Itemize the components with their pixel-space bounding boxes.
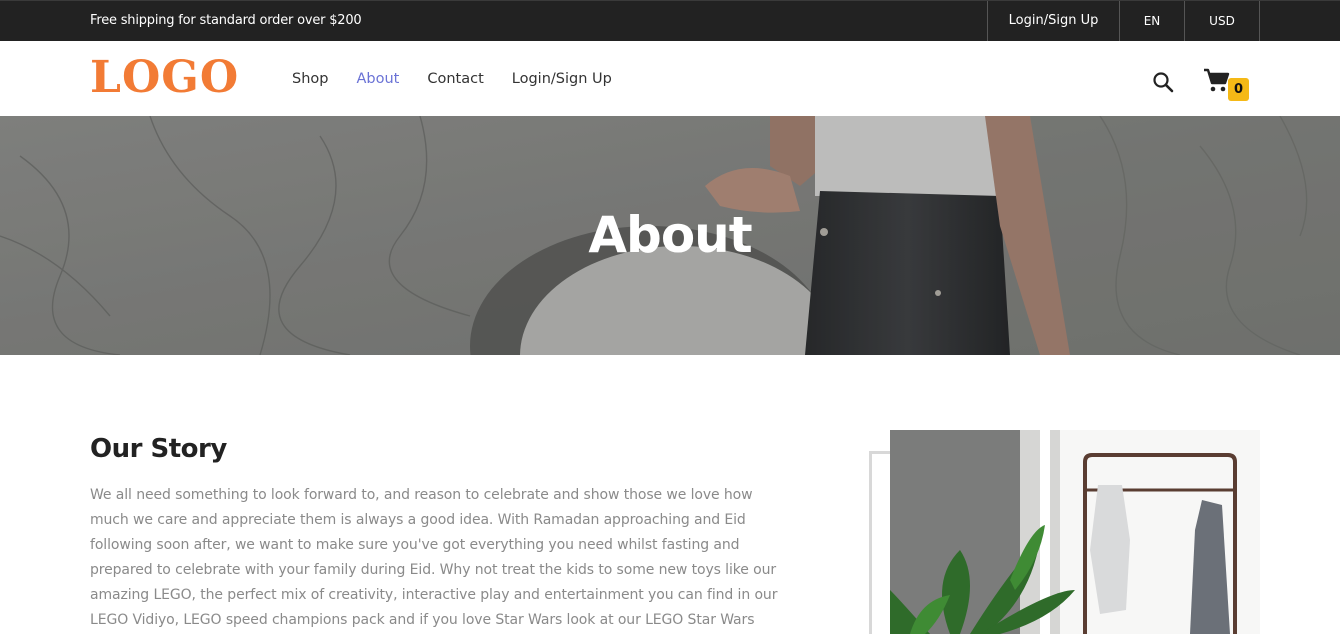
nav-shop[interactable]: Shop [292,71,328,87]
hero-banner: About [0,116,1340,355]
site-logo[interactable]: LOGO [90,53,239,103]
nav-contact[interactable]: Contact [427,71,483,87]
search-icon[interactable] [1151,70,1175,94]
currency-selector[interactable]: USD [1184,1,1260,42]
topbar-login-link[interactable]: Login/Sign Up [987,1,1119,42]
main-nav: Shop About Contact Login/Sign Up [292,41,640,116]
language-selector[interactable]: EN [1119,1,1184,42]
image-frame-decoration [869,451,891,634]
story-image [890,430,1260,634]
hero-title: About [588,206,752,264]
story-heading: Our Story [90,434,227,464]
story-paragraph: We all need something to look forward to… [90,487,778,628]
top-announcement-bar: Free shipping for standard order over $2… [0,0,1340,42]
cart-count-badge: 0 [1228,78,1249,101]
shipping-promo-text: Free shipping for standard order over $2… [90,13,362,28]
nav-login-signup[interactable]: Login/Sign Up [512,71,612,87]
nav-about[interactable]: About [356,71,399,87]
main-header: LOGO Shop About Contact Login/Sign Up 0 [0,41,1340,116]
